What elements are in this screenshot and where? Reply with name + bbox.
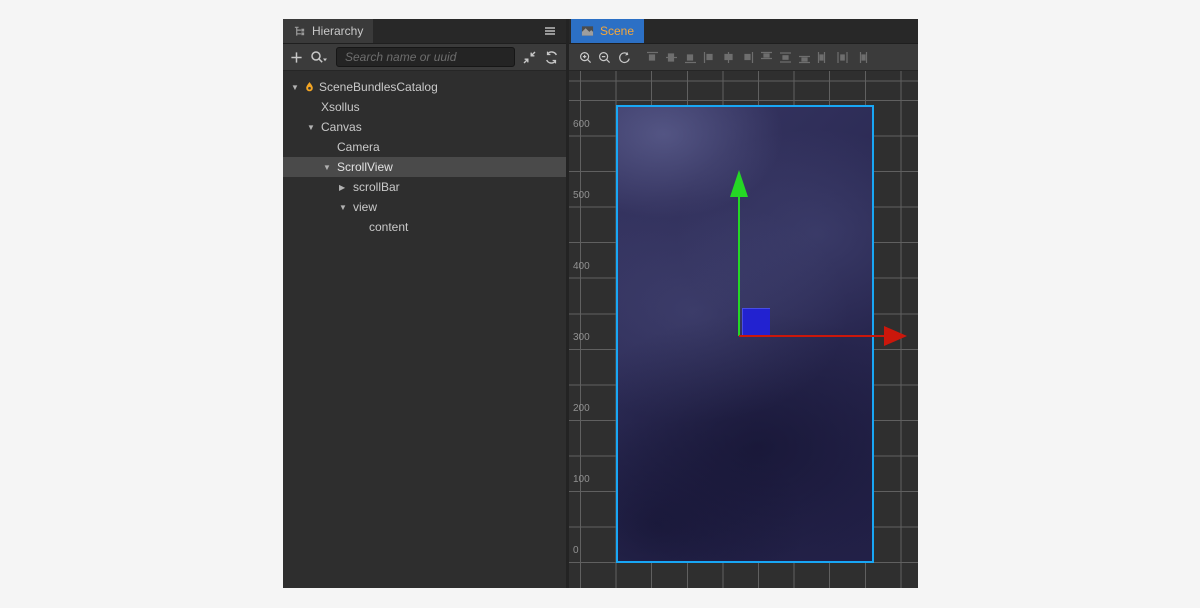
align-vertical-center-icon: [665, 51, 678, 64]
tree-row-label: ScrollView: [336, 160, 393, 174]
tree-expand-arrow-icon[interactable]: ▼: [306, 123, 320, 132]
zoom-in-icon[interactable]: [579, 51, 592, 64]
tree-row-label: view: [352, 200, 377, 214]
editor-window: Hierarchy: [283, 19, 918, 588]
search-input[interactable]: [336, 47, 515, 67]
hierarchy-tab-label: Hierarchy: [312, 24, 363, 38]
distribute-vertical-center-icon: [779, 51, 792, 64]
add-node-button[interactable]: [290, 51, 303, 64]
align-left-icon: [703, 51, 716, 64]
scene-toolbar: [569, 44, 918, 71]
tree-expand-arrow-icon[interactable]: ▼: [322, 163, 336, 172]
tree-row-ScrollView[interactable]: ▼ScrollView: [283, 157, 566, 177]
collapse-all-icon[interactable]: [522, 50, 537, 65]
align-top-icon: [646, 51, 659, 64]
tree-row-Xsollus[interactable]: Xsollus: [283, 97, 566, 117]
tree-row-label: SceneBundlesCatalog: [318, 80, 438, 94]
gizmo-y-axis-line: [738, 197, 740, 336]
tree-row-label: Camera: [336, 140, 380, 154]
tree-row-label: Xsollus: [320, 100, 360, 114]
ruler-label-0: 0: [573, 545, 579, 556]
tab-scene[interactable]: Scene: [571, 19, 644, 43]
scene-tabbar: Scene: [569, 19, 918, 44]
tree-row-view[interactable]: ▼view: [283, 197, 566, 217]
hierarchy-tabbar: Hierarchy: [283, 19, 566, 44]
tree-row-scrollBar[interactable]: ▶scrollBar: [283, 177, 566, 197]
scene-flame-icon: [304, 81, 318, 93]
scene-image-icon: [581, 25, 594, 37]
tree-row-label: Canvas: [320, 120, 362, 134]
scene-viewport[interactable]: 600 500 400 300 200 100 0: [569, 71, 918, 588]
tree-expand-arrow-icon[interactable]: ▼: [290, 83, 304, 92]
tab-hierarchy[interactable]: Hierarchy: [283, 19, 373, 43]
reset-view-icon[interactable]: [617, 51, 630, 64]
distribute-right-icon: [855, 51, 868, 64]
hierarchy-panel: Hierarchy: [283, 19, 566, 588]
ruler-label-100: 100: [573, 474, 590, 485]
zoom-out-icon[interactable]: [598, 51, 611, 64]
hamburger-menu-icon[interactable]: [542, 23, 558, 39]
align-horizontal-center-icon: [722, 51, 735, 64]
ruler-label-500: 500: [573, 190, 590, 201]
tree-expand-arrow-icon[interactable]: ▼: [338, 203, 352, 212]
tree-row-content[interactable]: content: [283, 217, 566, 237]
ruler-label-200: 200: [573, 403, 590, 414]
ruler-label-600: 600: [573, 119, 590, 130]
hierarchy-toolbar: [283, 44, 566, 71]
tree-expand-arrow-icon[interactable]: ▶: [338, 183, 352, 192]
tree-row-label: content: [368, 220, 408, 234]
distribute-top-icon: [760, 51, 773, 64]
distribute-bottom-icon: [798, 51, 811, 64]
gizmo-y-axis-arrow[interactable]: [730, 170, 748, 197]
gizmo-origin-handle[interactable]: [742, 308, 770, 335]
align-right-icon: [741, 51, 754, 64]
refresh-icon[interactable]: [544, 50, 559, 65]
search-filter-dropdown-icon[interactable]: [310, 50, 329, 65]
ruler-label-400: 400: [573, 261, 590, 272]
hierarchy-tree-icon: [293, 25, 306, 38]
distribute-left-icon: [817, 51, 830, 64]
ruler-label-300: 300: [573, 332, 590, 343]
tree-row-SceneBundlesCatalog[interactable]: ▼ SceneBundlesCatalog: [283, 77, 566, 97]
gizmo-x-axis-line: [739, 335, 884, 337]
align-bottom-icon: [684, 51, 697, 64]
tree-row-Canvas[interactable]: ▼Canvas: [283, 117, 566, 137]
hierarchy-tree: ▼SceneBundlesCatalogXsollus▼CanvasCamera…: [283, 71, 566, 588]
scene-panel: Scene 600 500 400 300 200 100 0: [569, 19, 918, 588]
tree-row-Camera[interactable]: Camera: [283, 137, 566, 157]
tree-row-label: scrollBar: [352, 180, 400, 194]
gizmo-x-axis-arrow[interactable]: [884, 326, 907, 346]
scene-tab-label: Scene: [600, 24, 634, 38]
distribute-horizontal-center-icon: [836, 51, 849, 64]
